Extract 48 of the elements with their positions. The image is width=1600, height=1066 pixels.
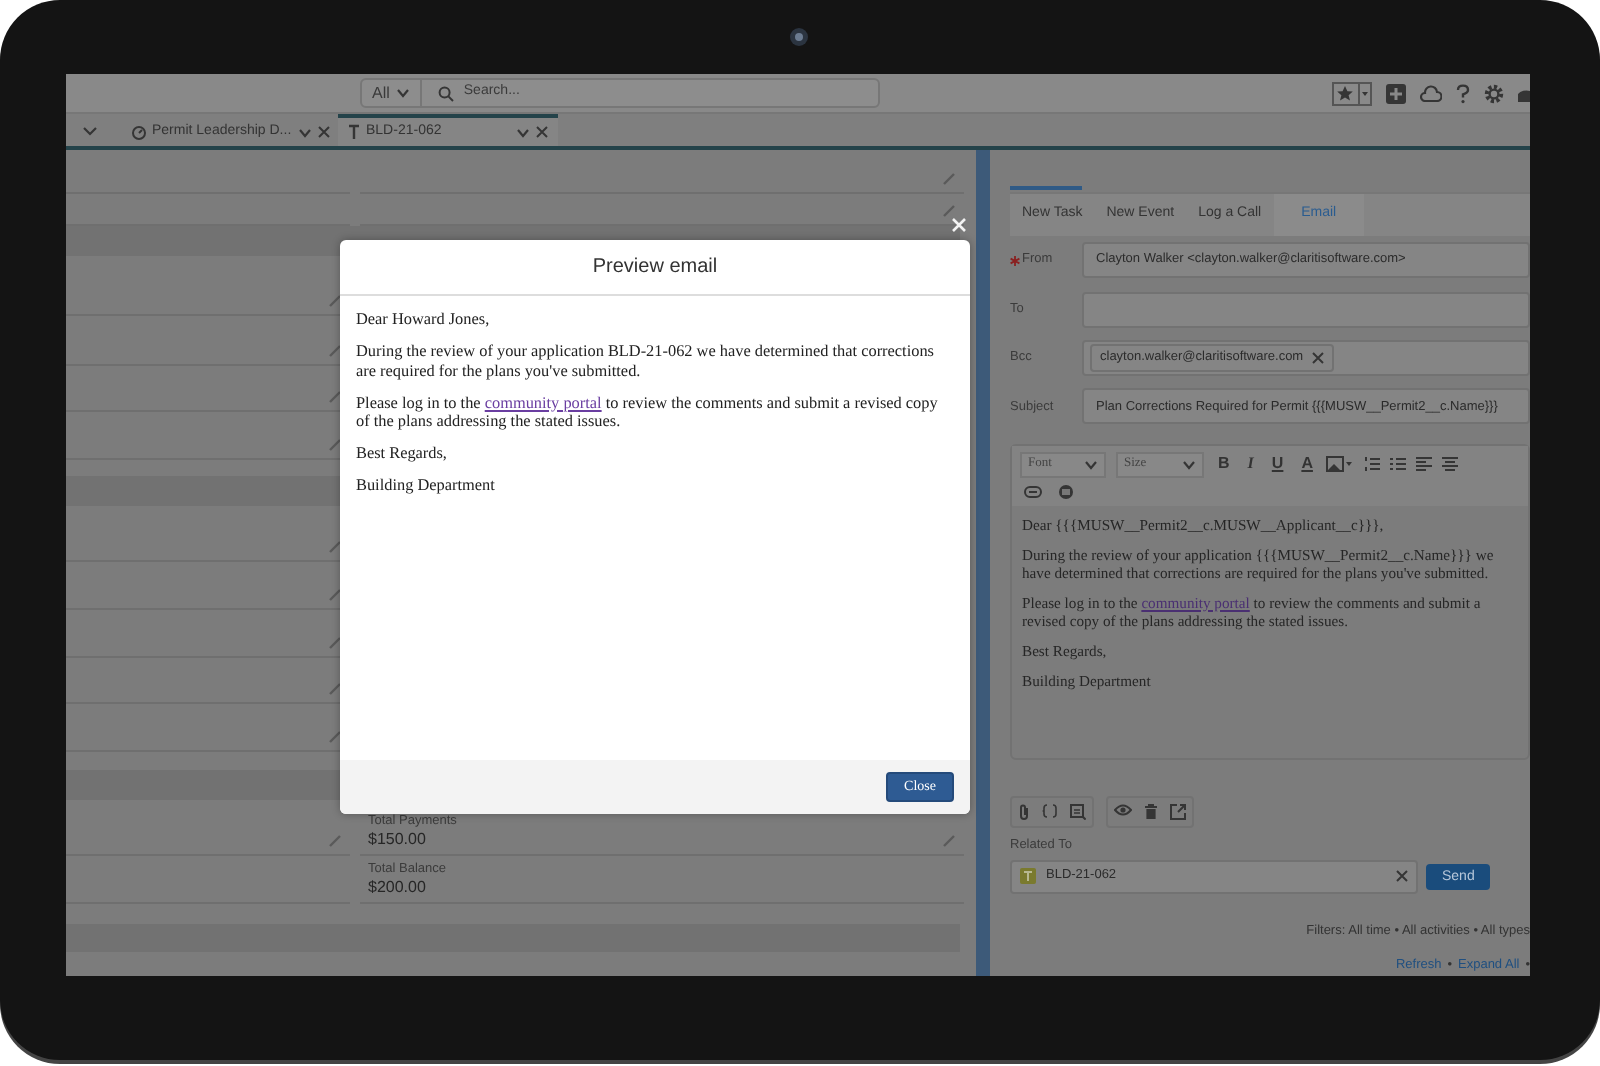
clear-icon[interactable] <box>1396 870 1408 883</box>
email-paragraph: Best Regards, <box>356 444 449 465</box>
cloud-icon[interactable] <box>1420 84 1442 102</box>
link[interactable]: community portal <box>484 393 602 412</box>
format-button[interactable]: U <box>1267 452 1288 477</box>
align-center-icon[interactable] <box>1442 456 1459 473</box>
dashboard-icon <box>132 125 146 139</box>
align-left-icon[interactable] <box>1416 456 1433 473</box>
plus-icon[interactable] <box>1386 83 1406 103</box>
caret-icon[interactable] <box>1182 459 1196 470</box>
embed-icon[interactable] <box>1058 483 1074 500</box>
field-value: $150.00 <box>368 832 428 848</box>
paperclip-icon[interactable] <box>1018 803 1030 820</box>
eye-icon[interactable] <box>1114 803 1132 816</box>
format-button[interactable]: B <box>1214 452 1234 477</box>
email-paragraph: Building Department <box>356 476 497 496</box>
caret-icon[interactable] <box>1084 459 1098 470</box>
close-icon[interactable] <box>317 126 330 138</box>
settings-icon[interactable] <box>1484 83 1504 103</box>
input-field[interactable] <box>1082 291 1530 328</box>
image-icon[interactable] <box>1326 456 1355 473</box>
format-button[interactable]: I <box>1243 452 1258 477</box>
permit-icon <box>1020 868 1036 885</box>
trash-icon[interactable] <box>1144 803 1158 820</box>
help-icon[interactable] <box>1456 83 1470 103</box>
link-icon[interactable] <box>1024 485 1042 498</box>
text-color-button[interactable]: A <box>1297 452 1317 477</box>
chevron-icon[interactable] <box>82 125 98 135</box>
search-icon <box>437 85 454 101</box>
pop-out-icon[interactable] <box>1170 803 1186 820</box>
star-menu-icon[interactable] <box>1332 81 1372 105</box>
merge-field-icon[interactable] <box>1042 803 1058 818</box>
template-icon[interactable] <box>1070 803 1086 820</box>
bullet-list-icon[interactable] <box>1390 456 1407 473</box>
email-paragraph: Dear Howard Jones, <box>356 310 492 330</box>
email-paragraph: During the review of your application BLD-21-062 we have determined that corrections are required for the plans you've submitted. <box>356 341 936 382</box>
scope-dropdown[interactable]: All <box>372 81 390 105</box>
permit-icon <box>348 124 360 140</box>
caret-icon[interactable] <box>395 88 410 98</box>
field-value: $200.00 <box>368 880 428 896</box>
numbered-list-icon[interactable] <box>1364 456 1381 473</box>
close-icon[interactable] <box>536 126 548 138</box>
modal-title: Preview email <box>340 240 970 296</box>
caret-icon[interactable] <box>297 127 312 137</box>
remove-icon[interactable] <box>1311 352 1324 364</box>
email-paragraph: Please log in to the community portal to review the comments and submit a revised copy of the plans addressing the stated issues. <box>356 393 940 433</box>
camera-icon <box>789 28 807 46</box>
caret-icon[interactable] <box>516 127 530 137</box>
